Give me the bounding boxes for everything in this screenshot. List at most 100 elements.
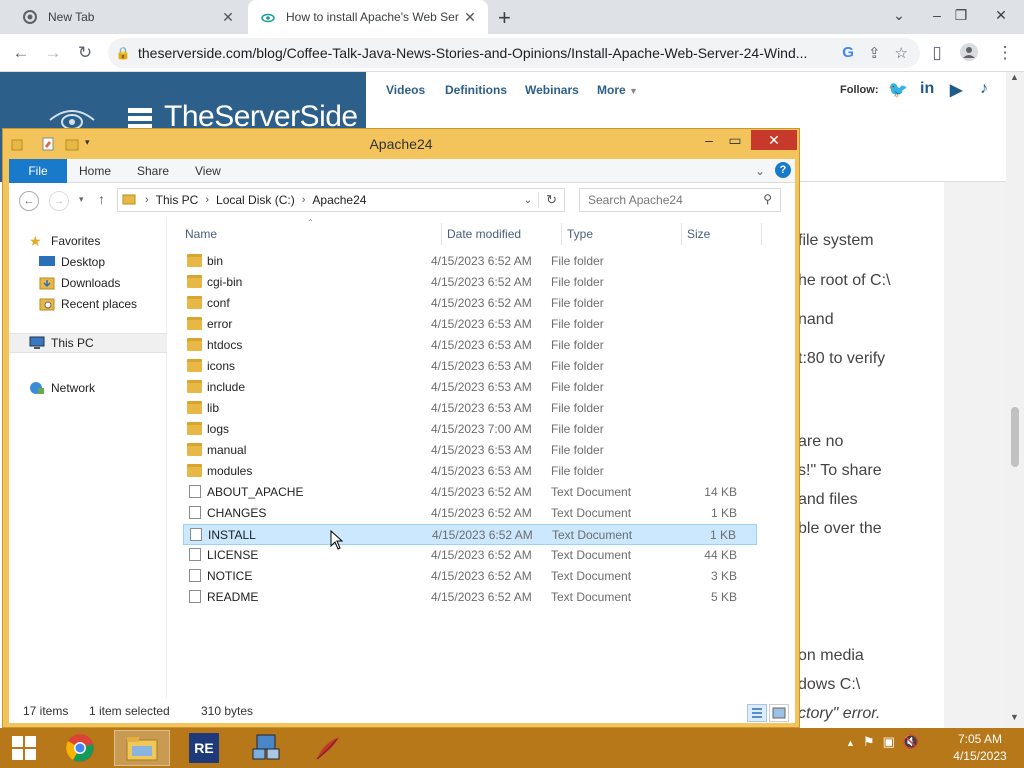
breadcrumb-separator-icon[interactable]: › — [302, 194, 306, 206]
file-row[interactable]: CHANGES 4/15/2023 6:52 AM Text Document 1 K… — [183, 503, 757, 524]
scroll-down-icon[interactable]: ▼ — [1010, 712, 1019, 722]
search-input[interactable]: Search Apache24 ⚲ — [579, 188, 781, 212]
re-app-icon[interactable]: RE — [176, 730, 232, 766]
column-divider[interactable] — [561, 223, 562, 245]
close-tab-icon[interactable]: ✕ — [218, 9, 238, 26]
tab-file[interactable]: File — [9, 159, 67, 183]
details-view-icon[interactable] — [747, 704, 767, 722]
reload-icon[interactable]: ↻ — [74, 42, 96, 64]
breadcrumb-this-pc[interactable]: This PC — [156, 193, 199, 207]
address-box[interactable]: › This PC › Local Disk (C:) › Apache24 ⌄… — [117, 188, 565, 212]
show-hidden-icons-icon[interactable]: ▲ — [846, 734, 855, 750]
forward-arrow-icon[interactable]: → — [42, 42, 64, 64]
breadcrumb-separator-icon[interactable]: › — [205, 194, 209, 206]
breadcrumb-local-disk[interactable]: Local Disk (C:) — [216, 193, 295, 207]
breadcrumb-apache24[interactable]: Apache24 — [312, 193, 366, 207]
window-titlebar[interactable]: ▾ Apache24 – ▭ ✕ — [3, 129, 799, 159]
nav-desktop[interactable]: Desktop — [39, 255, 105, 269]
file-row[interactable]: include 4/15/2023 6:53 AM File folder — [183, 377, 757, 398]
file-row[interactable]: error 4/15/2023 6:53 AM File folder — [183, 314, 757, 335]
tab-share[interactable]: Share — [137, 164, 169, 178]
maximize-button[interactable]: ▭ — [722, 131, 748, 149]
back-arrow-icon[interactable]: ← — [10, 42, 32, 64]
address-bar[interactable]: 🔒 theserverside.com/blog/Coffee-Talk-Jav… — [108, 38, 920, 68]
youtube-icon[interactable]: ▶ — [950, 80, 962, 100]
volume-muted-icon[interactable]: 🔇 — [903, 734, 919, 750]
page-scrollbar[interactable]: ▲ ▼ — [1006, 72, 1024, 728]
help-icon[interactable]: ? — [775, 162, 791, 178]
nav-definitions[interactable]: Definitions — [445, 83, 507, 97]
column-date-modified[interactable]: Date modified — [447, 227, 521, 241]
file-row[interactable]: cgi-bin 4/15/2023 6:52 AM File folder — [183, 272, 757, 293]
maximize-button[interactable]: ❐ — [946, 2, 976, 28]
menu-kebab-icon[interactable]: ⋮ — [994, 42, 1016, 64]
file-row[interactable]: NOTICE 4/15/2023 6:52 AM Text Document 3 KB — [183, 566, 757, 587]
bookmark-star-icon[interactable]: ☆ — [895, 44, 908, 62]
tab-home[interactable]: Home — [79, 164, 111, 178]
nav-webinars[interactable]: Webinars — [525, 83, 579, 97]
tiktok-icon[interactable]: ♪ — [980, 80, 988, 98]
tab-view[interactable]: View — [195, 164, 221, 178]
network-tray-icon[interactable]: ▣ — [883, 734, 895, 750]
side-panel-icon[interactable]: ▯ — [926, 42, 948, 64]
file-row[interactable]: manual 4/15/2023 6:53 AM File folder — [183, 440, 757, 461]
file-row[interactable]: bin 4/15/2023 6:52 AM File folder — [183, 251, 757, 272]
start-button[interactable] — [0, 730, 48, 766]
share-icon[interactable]: ⇪ — [868, 44, 881, 62]
address-dropdown-icon[interactable]: ⌄ — [524, 195, 532, 206]
minimize-button[interactable]: – — [696, 131, 722, 149]
new-tab-button[interactable]: + — [498, 5, 511, 31]
nav-favorites[interactable]: ★ Favorites — [29, 234, 100, 248]
column-name[interactable]: Name — [185, 227, 217, 241]
network-tool-icon[interactable] — [238, 730, 294, 766]
twitter-icon[interactable]: 🐦 — [888, 80, 908, 100]
up-arrow-icon[interactable]: ↑ — [98, 191, 105, 207]
feather-app-icon[interactable] — [300, 730, 356, 766]
expand-ribbon-chevron-icon[interactable]: ⌄ — [755, 164, 765, 178]
chrome-icon[interactable] — [52, 730, 108, 766]
file-row[interactable]: icons 4/15/2023 6:53 AM File folder — [183, 356, 757, 377]
refresh-icon[interactable]: ↻ — [538, 192, 564, 208]
file-row[interactable]: lib 4/15/2023 6:53 AM File folder — [183, 398, 757, 419]
tab-search-chevron-icon[interactable]: ⌄ — [884, 2, 914, 28]
column-divider[interactable] — [761, 223, 762, 245]
nav-more[interactable]: More ▼ — [597, 83, 638, 97]
linkedin-icon[interactable]: in — [920, 80, 934, 98]
tab-apache-article[interactable]: How to install Apache's Web Ser ✕ — [248, 0, 488, 34]
taskbar-clock[interactable]: 7:05 AM 4/15/2023 — [944, 731, 1016, 765]
tab-new-tab[interactable]: New Tab ✕ — [10, 0, 246, 34]
search-icon[interactable]: ⚲ — [763, 192, 772, 206]
url-text[interactable]: theserverside.com/blog/Coffee-Talk-Java-… — [138, 45, 818, 61]
scroll-up-icon[interactable]: ▲ — [1010, 72, 1019, 82]
file-row[interactable]: htdocs 4/15/2023 6:53 AM File folder — [183, 335, 757, 356]
column-divider[interactable] — [441, 223, 442, 245]
recent-locations-dropdown-icon[interactable]: ▾ — [79, 194, 84, 205]
column-divider[interactable] — [681, 223, 682, 245]
file-explorer-icon[interactable] — [114, 730, 170, 766]
close-tab-icon[interactable]: ✕ — [460, 9, 480, 26]
close-window-button[interactable]: ✕ — [986, 2, 1016, 28]
nav-this-pc[interactable]: This PC — [9, 333, 167, 353]
google-lens-icon[interactable]: G — [842, 44, 854, 62]
file-row[interactable]: README 4/15/2023 6:52 AM Text Document 5 KB — [183, 587, 757, 608]
file-row[interactable]: ABOUT_APACHE 4/15/2023 6:52 AM Text Docume… — [183, 482, 757, 503]
close-button[interactable]: ✕ — [751, 130, 797, 150]
nav-videos[interactable]: Videos — [386, 83, 425, 97]
column-size[interactable]: Size — [687, 227, 710, 241]
column-type[interactable]: Type — [567, 227, 593, 241]
back-button[interactable]: ← — [19, 191, 39, 211]
large-icons-view-icon[interactable] — [769, 704, 789, 722]
file-row[interactable]: modules 4/15/2023 6:53 AM File folder — [183, 461, 757, 482]
file-row[interactable]: logs 4/15/2023 7:00 AM File folder — [183, 419, 757, 440]
action-center-flag-icon[interactable]: ⚑ — [863, 734, 875, 750]
nav-downloads[interactable]: Downloads — [39, 276, 120, 290]
scrollbar-thumb[interactable] — [1011, 407, 1019, 467]
profile-avatar-icon[interactable] — [958, 42, 980, 64]
breadcrumb-separator-icon[interactable]: › — [145, 194, 149, 206]
nav-network[interactable]: Network — [29, 381, 95, 395]
file-row[interactable]: INSTALL 4/15/2023 6:52 AM Text Document 1 K… — [183, 524, 757, 545]
nav-recent-places[interactable]: Recent places — [39, 297, 137, 311]
file-row[interactable]: conf 4/15/2023 6:52 AM File folder — [183, 293, 757, 314]
forward-button[interactable]: → — [49, 191, 69, 211]
file-row[interactable]: LICENSE 4/15/2023 6:52 AM Text Document 44 … — [183, 545, 757, 566]
